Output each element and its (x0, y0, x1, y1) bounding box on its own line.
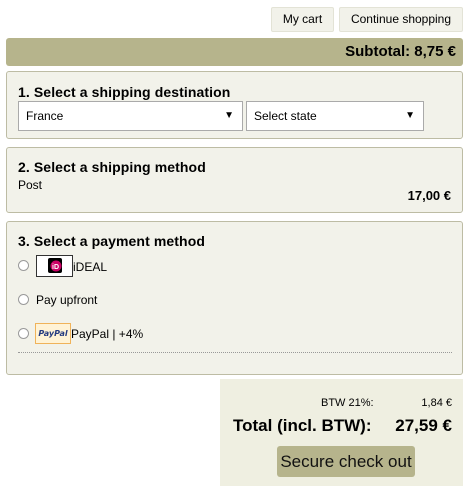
total-label: Total (incl. BTW): (233, 416, 372, 435)
paypal-logo-icon: PayPal (35, 323, 71, 344)
payment-radio-paypal[interactable] (18, 328, 29, 339)
shipping-destination-title: 1. Select a shipping destination (18, 84, 231, 100)
ideal-logo-icon: iD (36, 255, 73, 277)
chevron-down-icon: ▼ (224, 110, 234, 121)
state-select-value: Select state (254, 109, 317, 123)
state-select[interactable]: Select state ▼ (246, 101, 424, 131)
payment-option-label[interactable]: iDEAL (73, 260, 107, 274)
shipping-method-title: 2. Select a shipping method (18, 159, 206, 175)
vat-label: BTW 21%: (321, 397, 374, 409)
payment-option-label[interactable]: PayPal | +4% (71, 327, 143, 341)
divider (18, 352, 452, 353)
order-summary: BTW 21%: 1,84 € Total (incl. BTW): 27,59… (220, 379, 463, 486)
subtotal-text: Subtotal: 8,75 € (345, 43, 456, 60)
shipping-price: 17,00 € (407, 188, 451, 203)
payment-option-label[interactable]: Pay upfront (36, 293, 97, 307)
payment-radio-upfront[interactable] (18, 294, 29, 305)
vat-value: 1,84 € (421, 397, 452, 409)
continue-shopping-button[interactable]: Continue shopping (339, 7, 463, 32)
chevron-down-icon: ▼ (405, 110, 415, 121)
secure-checkout-button[interactable]: Secure check out (277, 446, 415, 477)
shipping-method-name: Post (18, 178, 43, 192)
ideal-logo-graphic: iD (48, 258, 62, 273)
shipping-destination-panel: 1. Select a shipping destination France … (6, 71, 463, 139)
country-select-value: France (26, 109, 64, 123)
payment-radio-ideal[interactable] (18, 260, 29, 271)
my-cart-button[interactable]: My cart (271, 7, 334, 32)
subtotal-bar: Subtotal: 8,75 € (6, 38, 463, 66)
ideal-logo-text: iD (52, 264, 59, 271)
payment-method-title: 3. Select a payment method (18, 233, 205, 249)
shipping-method-panel: 2. Select a shipping method Post 17,00 € (6, 147, 463, 213)
payment-method-panel: 3. Select a payment method iD iDEAL Pay … (6, 221, 463, 375)
total-value: 27,59 € (395, 416, 452, 435)
country-select[interactable]: France ▼ (18, 101, 243, 131)
